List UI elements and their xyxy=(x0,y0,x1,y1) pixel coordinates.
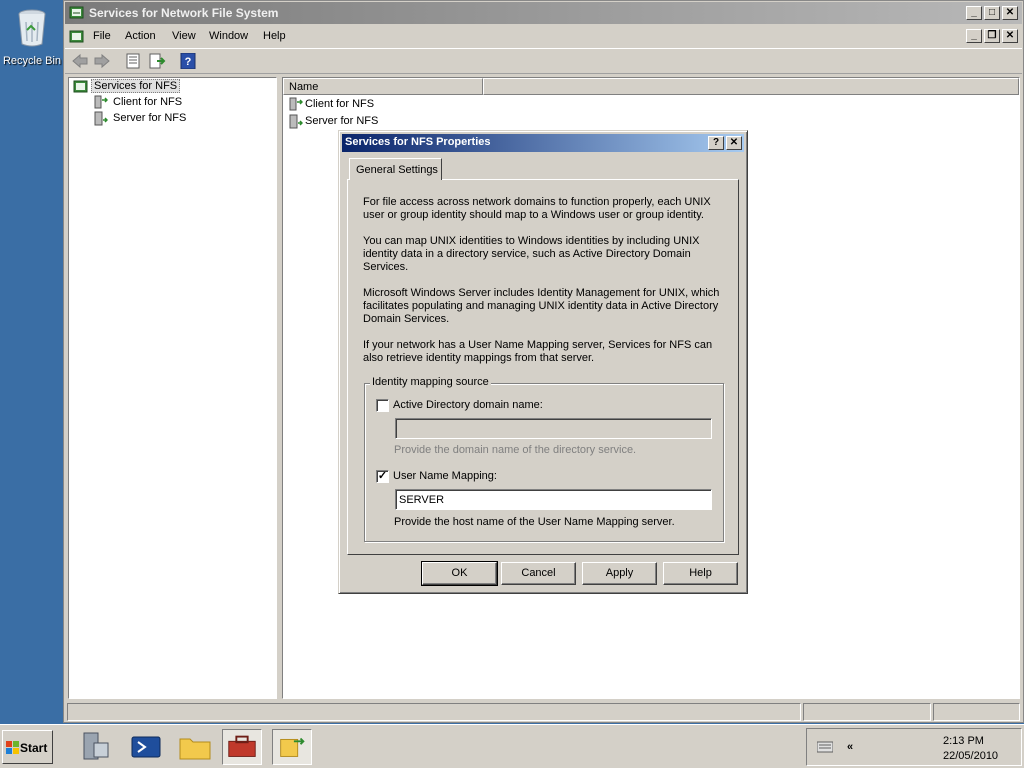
ad-domain-label[interactable]: Active Directory domain name: xyxy=(393,399,543,411)
clock-time[interactable]: 2:13 PM xyxy=(943,735,984,747)
tab-general-settings[interactable]: General Settings xyxy=(349,158,442,180)
system-tray: « 2:13 PM 22/05/2010 xyxy=(806,728,1022,766)
user-name-mapping-input[interactable] xyxy=(395,489,712,510)
tree-label: Client for NFS xyxy=(113,96,183,108)
tab-panel: For file access across network domains t… xyxy=(347,179,739,555)
recycle-bin-icon xyxy=(18,9,46,47)
column-header-name[interactable]: Name xyxy=(283,78,483,95)
status-panel-main xyxy=(67,703,801,721)
server-nfs-icon xyxy=(289,114,303,129)
recycle-bin-desktop-icon[interactable]: Recycle Bin xyxy=(0,4,64,76)
status-panel-3 xyxy=(933,703,1020,721)
menu-action[interactable]: Action xyxy=(125,30,156,42)
windows-logo-icon xyxy=(6,741,19,754)
menu-file[interactable]: File xyxy=(93,30,111,42)
start-label: Start xyxy=(20,741,48,755)
cancel-button[interactable]: Cancel xyxy=(501,562,576,585)
client-nfs-icon xyxy=(94,95,108,109)
user-name-mapping-label[interactable]: User Name Mapping: xyxy=(393,470,497,482)
recycle-bin-label: Recycle Bin xyxy=(2,55,62,67)
menu-window[interactable]: Window xyxy=(209,30,248,42)
column-header-empty[interactable] xyxy=(483,78,1019,95)
menu-bar: File Action View Window Help _ ❐ ✕ xyxy=(65,26,1022,47)
export-list-icon[interactable] xyxy=(148,53,166,69)
forward-arrow-icon[interactable] xyxy=(93,53,111,69)
client-nfs-icon xyxy=(289,97,303,111)
nfs-services-icon xyxy=(280,737,305,757)
list-item-label: Client for NFS xyxy=(305,98,375,110)
keyboard-icon[interactable] xyxy=(817,741,833,753)
dialog-close-button[interactable]: ✕ xyxy=(726,136,742,150)
explorer-quicklaunch[interactable] xyxy=(175,729,215,765)
paragraph-4: If your network has a User Name Mapping … xyxy=(363,339,713,364)
tree-label: Server for NFS xyxy=(113,112,187,124)
minimize-button[interactable]: _ xyxy=(966,6,982,20)
dialog-title: Services for NFS Properties xyxy=(345,136,491,148)
console-menu-icon[interactable] xyxy=(69,29,84,44)
svg-text:?: ? xyxy=(185,56,192,68)
paragraph-3: Microsoft Windows Server includes Identi… xyxy=(363,287,720,325)
ok-button[interactable]: OK xyxy=(421,561,498,586)
server-manager-quicklaunch[interactable] xyxy=(76,729,116,765)
server-nfs-icon xyxy=(94,111,108,126)
back-arrow-icon[interactable] xyxy=(71,53,89,69)
start-button[interactable]: Start xyxy=(2,730,53,764)
nfs-taskbar-button[interactable] xyxy=(272,729,312,765)
nfs-snapin-icon xyxy=(69,6,84,19)
user-name-mapping-checkbox[interactable]: ✓ xyxy=(376,470,389,483)
show-hidden-icons-chevron-icon[interactable]: « xyxy=(847,741,853,753)
group-label: Identity mapping source xyxy=(370,376,491,388)
list-item-label: Server for NFS xyxy=(305,115,379,127)
powershell-quicklaunch[interactable] xyxy=(126,729,166,765)
menu-view[interactable]: View xyxy=(172,30,196,42)
console-tree-pane[interactable]: Services for NFS Client for NFS Server f… xyxy=(68,77,277,699)
folder-icon xyxy=(179,738,211,760)
nfs-snapin-icon xyxy=(73,80,88,93)
identity-mapping-group: Identity mapping source Active Directory… xyxy=(364,376,724,542)
clock-date[interactable]: 22/05/2010 xyxy=(943,750,998,762)
tab-label: General Settings xyxy=(356,164,438,176)
taskbar: Start « 2:13 PM 22/05/2010 xyxy=(0,724,1024,768)
child-minimize-button[interactable]: _ xyxy=(966,29,982,43)
ad-domain-hint: Provide the domain name of the directory… xyxy=(394,444,637,456)
child-restore-button[interactable]: ❐ xyxy=(984,29,1000,43)
maximize-button[interactable]: □ xyxy=(984,6,1000,20)
toolbox-icon xyxy=(228,735,256,757)
properties-dialog: Services for NFS Properties ? ✕ General S… xyxy=(338,130,748,594)
close-button[interactable]: ✕ xyxy=(1002,6,1018,20)
properties-icon[interactable] xyxy=(124,53,142,69)
ad-domain-checkbox[interactable] xyxy=(376,399,389,412)
menu-help[interactable]: Help xyxy=(263,30,286,42)
powershell-icon xyxy=(131,736,161,758)
help-icon[interactable]: ? xyxy=(179,53,197,69)
user-name-mapping-hint: Provide the host name of the User Name M… xyxy=(394,516,675,528)
status-bar xyxy=(65,702,1022,722)
dialog-help-button[interactable]: ? xyxy=(708,136,724,150)
ad-domain-input[interactable] xyxy=(395,418,712,439)
apply-button[interactable]: Apply xyxy=(582,562,657,585)
server-manager-icon xyxy=(83,732,109,760)
tree-label: Services for NFS xyxy=(91,79,181,93)
paragraph-2: You can map UNIX identities to Windows i… xyxy=(363,235,700,273)
window-title-bar[interactable]: Services for Network File System _ □ ✕ xyxy=(65,2,1022,24)
child-close-button[interactable]: ✕ xyxy=(1002,29,1018,43)
paragraph-1: For file access across network domains t… xyxy=(363,196,711,221)
window-title: Services for Network File System xyxy=(89,6,279,20)
toolbar: ? xyxy=(65,48,1022,74)
mmc-taskbar-button[interactable] xyxy=(222,729,262,765)
status-panel-2 xyxy=(803,703,931,721)
list-header: Name xyxy=(283,78,1019,95)
dialog-title-bar[interactable]: Services for NFS Properties ? ✕ xyxy=(342,134,744,152)
help-button[interactable]: Help xyxy=(663,562,738,585)
